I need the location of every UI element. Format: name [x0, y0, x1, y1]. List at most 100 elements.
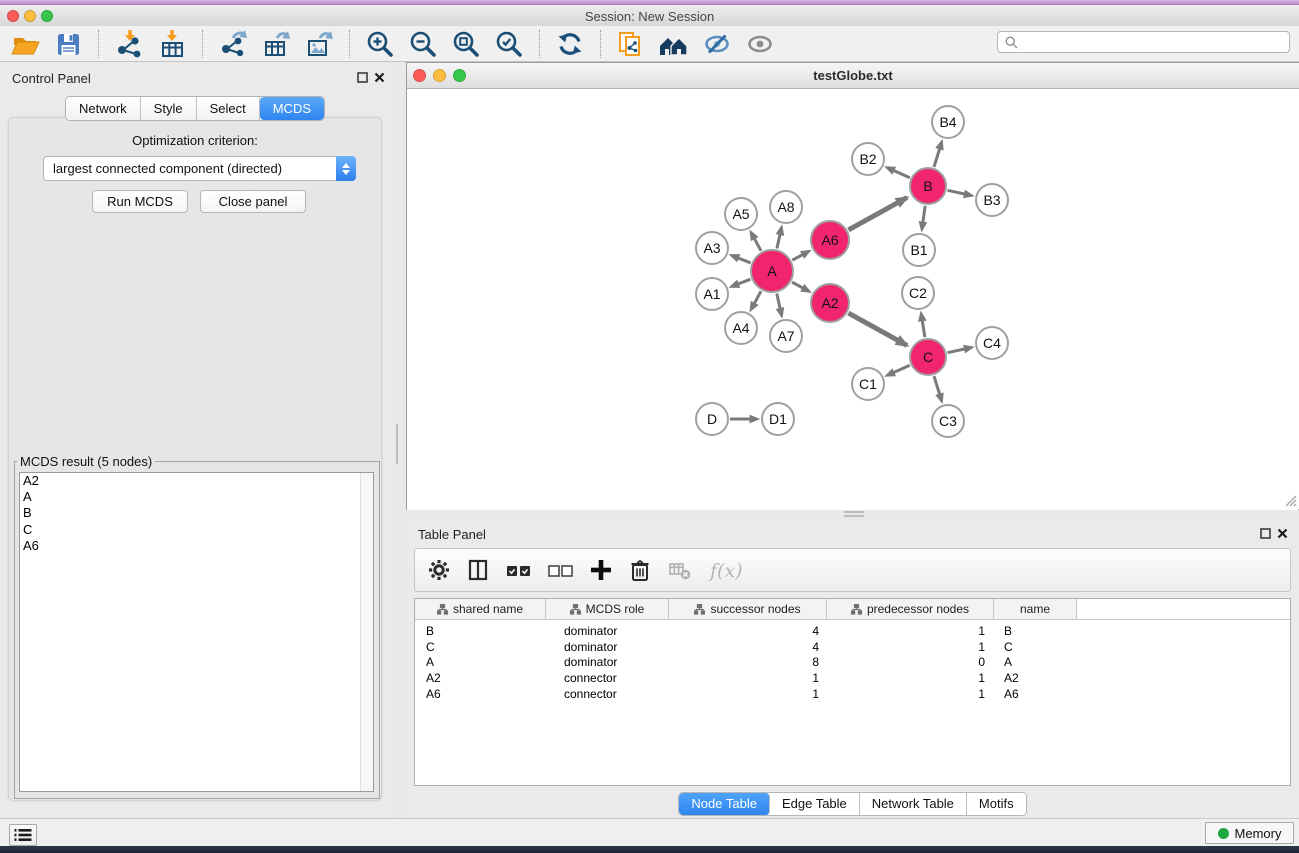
- export-table-button[interactable]: [259, 28, 293, 60]
- tab-network-table[interactable]: Network Table: [860, 793, 967, 815]
- column-header-name[interactable]: name: [994, 599, 1077, 619]
- trash-icon: [629, 558, 651, 582]
- cell-predecessor-nodes: 1: [827, 624, 994, 638]
- node-B[interactable]: B: [909, 167, 947, 205]
- node-B3[interactable]: B3: [975, 183, 1009, 217]
- node-A7[interactable]: A7: [769, 319, 803, 353]
- main-titlebar: Session: New Session: [0, 5, 1299, 26]
- node-C4[interactable]: C4: [975, 326, 1009, 360]
- run-mcds-button[interactable]: Run MCDS: [92, 190, 188, 213]
- criterion-dropdown[interactable]: largest connected component (directed): [43, 156, 356, 181]
- memory-button[interactable]: Memory: [1205, 822, 1294, 844]
- delete-column-button[interactable]: [629, 558, 651, 582]
- node-B4[interactable]: B4: [931, 105, 965, 139]
- optimization-criterion-label: Optimization criterion:: [0, 133, 390, 148]
- copy-network-button[interactable]: [614, 28, 648, 60]
- mcds-result-item[interactable]: A6: [20, 538, 373, 554]
- zoom-out-button[interactable]: [406, 28, 440, 60]
- cell-name: C: [994, 640, 1077, 654]
- home-button[interactable]: [657, 28, 691, 60]
- cell-mcds-role: connector: [546, 687, 669, 701]
- table-row[interactable]: Adominator80A: [415, 654, 1290, 670]
- horizontal-divider-handle[interactable]: [844, 511, 864, 517]
- cell-predecessor-nodes: 1: [827, 687, 994, 701]
- node-C[interactable]: C: [909, 338, 947, 376]
- tab-edge-table[interactable]: Edge Table: [770, 793, 860, 815]
- list-icon: [14, 828, 32, 842]
- open-session-button[interactable]: [8, 28, 42, 60]
- mcds-result-item[interactable]: B: [20, 505, 373, 521]
- import-table-button[interactable]: [155, 28, 189, 60]
- mcds-result-item[interactable]: A2: [20, 473, 373, 489]
- node-A4[interactable]: A4: [724, 311, 758, 345]
- toggle-graphics-details-button[interactable]: [700, 28, 734, 60]
- deselect-all-rows-button[interactable]: [548, 561, 573, 579]
- close-panel-icon[interactable]: [374, 72, 385, 83]
- result-list-scrollbar[interactable]: [360, 473, 373, 791]
- control-panel: Control Panel NetworkStyleSelectMCDS Opt…: [0, 62, 390, 818]
- zoom-out-icon: [408, 29, 438, 59]
- network-window-titlebar: testGlobe.txt: [407, 63, 1299, 89]
- task-history-button[interactable]: [9, 824, 37, 846]
- select-columns-button[interactable]: [467, 559, 489, 581]
- node-B1[interactable]: B1: [902, 233, 936, 267]
- column-header-mcds-role[interactable]: MCDS role: [546, 599, 669, 619]
- column-header-predecessor-nodes[interactable]: predecessor nodes: [827, 599, 994, 619]
- node-A6[interactable]: A6: [810, 220, 850, 260]
- save-session-button[interactable]: [51, 28, 85, 60]
- search-field[interactable]: [997, 31, 1290, 53]
- mcds-result-item[interactable]: A: [20, 489, 373, 505]
- table-row[interactable]: A6connector11A6: [415, 686, 1290, 702]
- table-row[interactable]: A2connector11A2: [415, 670, 1290, 686]
- table-row[interactable]: Bdominator41B: [415, 623, 1290, 639]
- zoom-selected-button[interactable]: [492, 28, 526, 60]
- eye-icon: [745, 29, 775, 59]
- table-settings-button[interactable]: [428, 559, 450, 581]
- column-header-shared-name[interactable]: shared name: [415, 599, 546, 619]
- tab-node-table[interactable]: Node Table: [679, 793, 770, 815]
- node-table: shared nameMCDS rolesuccessor nodesprede…: [414, 598, 1291, 786]
- table-row[interactable]: Cdominator41C: [415, 639, 1290, 655]
- export-image-button[interactable]: [302, 28, 336, 60]
- resize-grip-icon[interactable]: [1284, 494, 1297, 507]
- vertical-divider-handle[interactable]: [396, 424, 403, 444]
- zoom-fit-button[interactable]: [449, 28, 483, 60]
- node-A5[interactable]: A5: [724, 197, 758, 231]
- tab-select[interactable]: Select: [197, 97, 260, 120]
- column-header-successor-nodes[interactable]: successor nodes: [669, 599, 827, 619]
- node-B2[interactable]: B2: [851, 142, 885, 176]
- node-C1[interactable]: C1: [851, 367, 885, 401]
- node-A8[interactable]: A8: [769, 190, 803, 224]
- float-table-panel-button[interactable]: [1260, 528, 1271, 539]
- close-table-panel-icon[interactable]: [1277, 528, 1288, 539]
- node-A[interactable]: A: [750, 249, 794, 293]
- tab-motifs[interactable]: Motifs: [967, 793, 1026, 815]
- add-column-button[interactable]: [590, 559, 612, 581]
- node-D1[interactable]: D1: [761, 402, 795, 436]
- tab-mcds[interactable]: MCDS: [260, 97, 324, 120]
- float-panel-button[interactable]: [357, 72, 368, 83]
- node-A1[interactable]: A1: [695, 277, 729, 311]
- select-all-rows-button[interactable]: [506, 561, 531, 579]
- network-canvas[interactable]: B4 B2 B B3 A8 A5 A6 A3 B1 A C2 A1 A2 A4 A7 C4 C C1 D D1 C3: [407, 90, 1298, 510]
- column-attribute-icon: [570, 604, 581, 615]
- node-C3[interactable]: C3: [931, 404, 965, 438]
- node-A2[interactable]: A2: [810, 283, 850, 323]
- search-input[interactable]: [1023, 35, 1289, 49]
- node-D[interactable]: D: [695, 402, 729, 436]
- tab-network[interactable]: Network: [66, 97, 141, 120]
- zoom-in-button[interactable]: [363, 28, 397, 60]
- node-C2[interactable]: C2: [901, 276, 935, 310]
- tab-style[interactable]: Style: [141, 97, 197, 120]
- function-builder-button[interactable]: f(x): [709, 557, 743, 583]
- export-network-button[interactable]: [216, 28, 250, 60]
- delete-table-button[interactable]: [668, 559, 692, 581]
- refresh-layout-button[interactable]: [553, 28, 587, 60]
- close-panel-button[interactable]: Close panel: [200, 190, 306, 213]
- node-A3[interactable]: A3: [695, 231, 729, 265]
- import-network-button[interactable]: [112, 28, 146, 60]
- mcds-result-item[interactable]: C: [20, 522, 373, 538]
- cell-successor-nodes: 4: [669, 640, 827, 654]
- export-table-icon: [261, 29, 291, 59]
- show-hide-button[interactable]: [743, 28, 777, 60]
